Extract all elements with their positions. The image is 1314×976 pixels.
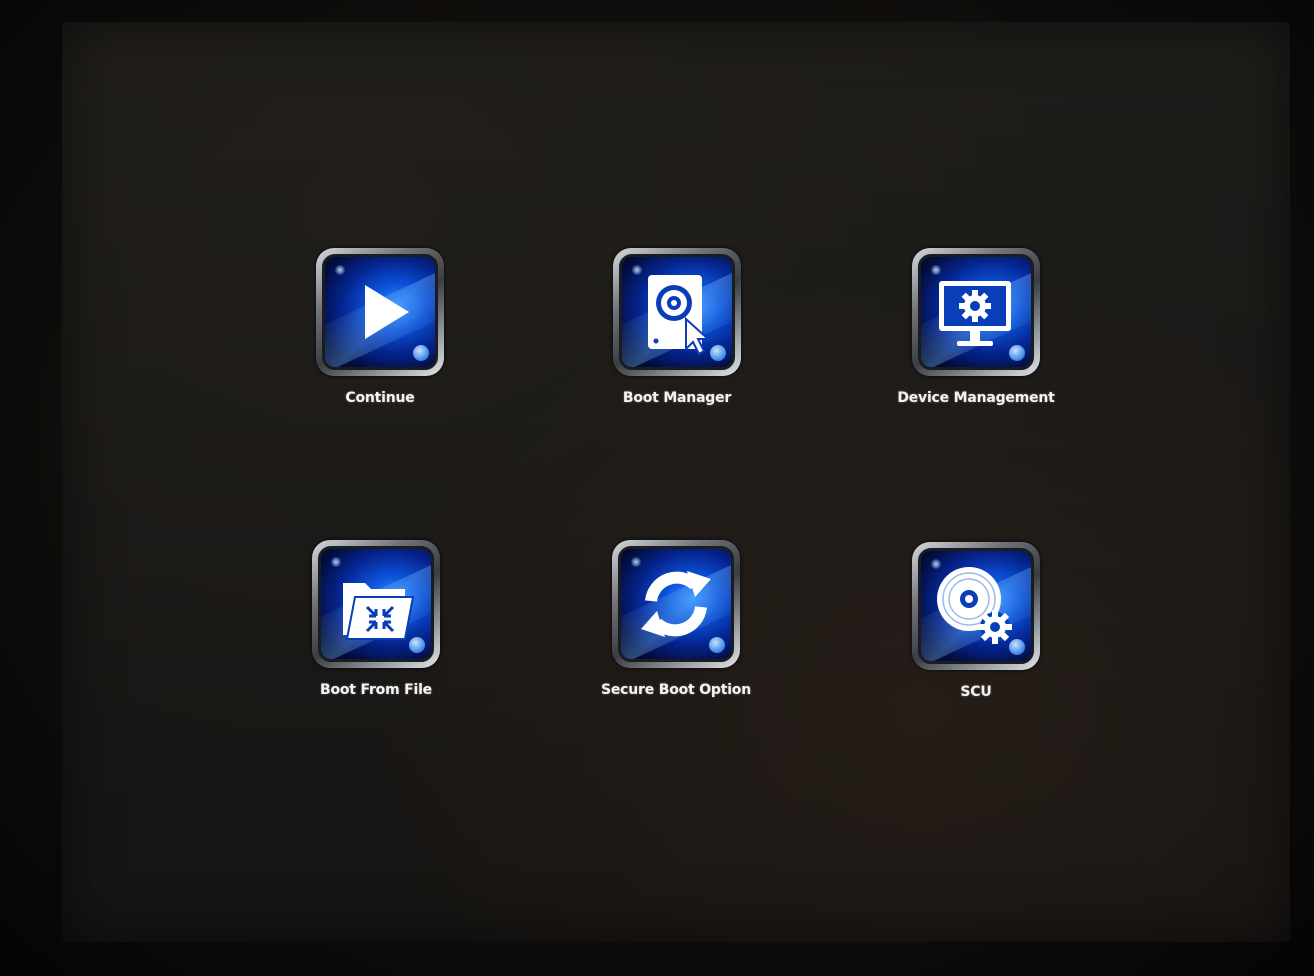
secure-boot-option-label: Secure Boot Option: [601, 682, 751, 698]
bios-screen: [62, 22, 1290, 942]
device-management-tile[interactable]: [912, 248, 1040, 376]
device-management-button[interactable]: Device Management: [876, 248, 1076, 406]
boot-from-file-label: Boot From File: [320, 682, 432, 698]
refresh-icon: [641, 571, 711, 637]
monitor-gear-icon: [939, 281, 1011, 346]
boot-manager-button[interactable]: Boot Manager: [577, 248, 777, 406]
continue-button[interactable]: Continue: [280, 248, 480, 406]
disk-cursor-icon: [648, 275, 711, 356]
secure-boot-option-tile[interactable]: [612, 540, 740, 668]
secure-boot-option-button[interactable]: Secure Boot Option: [576, 540, 776, 698]
scu-tile[interactable]: [912, 542, 1040, 670]
folder-arrows-icon: [343, 583, 415, 640]
boot-manager-label: Boot Manager: [622, 390, 732, 406]
boot-manager-tile[interactable]: [613, 248, 741, 376]
boot-from-file-tile[interactable]: [312, 540, 440, 668]
scu-button[interactable]: SCU: [876, 542, 1076, 700]
boot-from-file-button[interactable]: Boot From File: [276, 540, 476, 698]
device-management-label: Device Management: [897, 390, 1055, 406]
play-icon: [365, 285, 409, 339]
scu-label: SCU: [960, 684, 992, 700]
disc-gear-icon: [937, 567, 1012, 644]
continue-label: Continue: [345, 390, 415, 406]
continue-tile[interactable]: [316, 248, 444, 376]
